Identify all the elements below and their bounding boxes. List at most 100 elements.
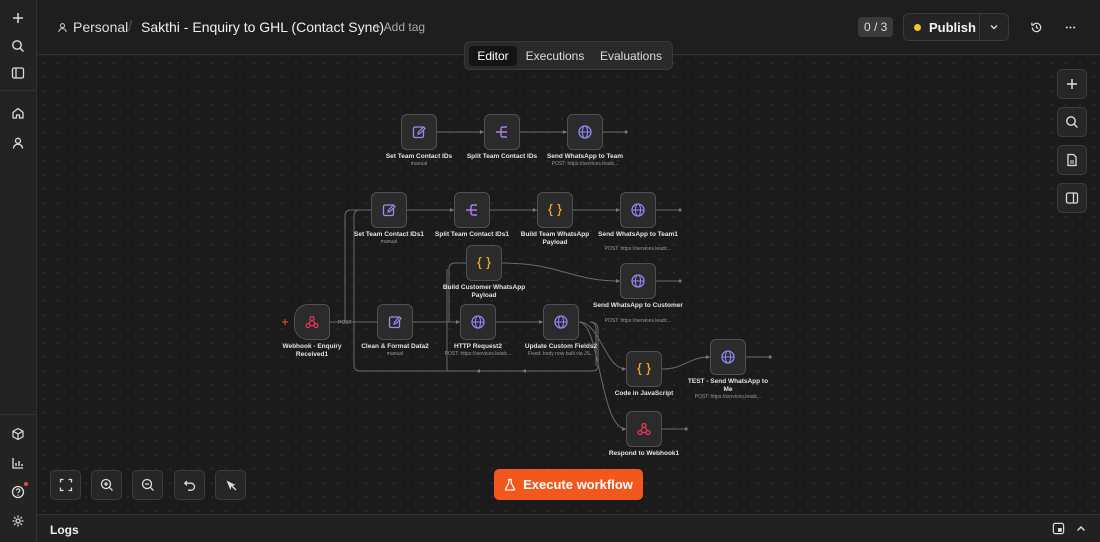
sticky-note-button[interactable] <box>1057 145 1087 175</box>
node-label: Split Team Contact IDs1 <box>435 231 509 238</box>
publish-options-chevron-down-icon[interactable] <box>979 14 1008 40</box>
add-tag-button[interactable]: + Add tag <box>374 20 425 34</box>
globe-icon <box>578 125 592 139</box>
history-icon[interactable] <box>1026 17 1046 37</box>
publish-button[interactable]: Publish <box>903 13 1009 41</box>
fit-view-icon <box>59 478 72 492</box>
add-icon[interactable] <box>6 6 30 30</box>
undo-button[interactable] <box>174 470 205 500</box>
pop-out-icon[interactable] <box>1052 522 1066 536</box>
node-send-whatsapp-to-customer[interactable] <box>620 263 656 299</box>
split-icon <box>466 204 477 216</box>
left-rail <box>0 0 37 542</box>
node-build-team-whatsapp-payload[interactable] <box>537 192 573 228</box>
tab-executions[interactable]: Executions <box>521 46 589 66</box>
templates-icon[interactable] <box>6 422 30 446</box>
node-subtitle: Fixed: body now built via JS... <box>527 351 595 357</box>
edit-pencil-icon <box>412 126 426 139</box>
node-send-whatsapp-to-team1[interactable] <box>620 192 656 228</box>
globe-icon <box>631 203 645 217</box>
edit-pencil-icon <box>388 316 402 329</box>
logs-panel-bar[interactable]: Logs <box>37 514 1100 542</box>
node-http-request2[interactable] <box>460 304 496 340</box>
code-braces-icon <box>548 203 562 217</box>
chevron-up-icon[interactable] <box>1075 522 1089 536</box>
active-counter-badge: 0 / 3 <box>858 17 894 37</box>
tidy-up-button[interactable] <box>215 470 246 500</box>
magic-wand-icon <box>226 480 236 491</box>
node-label: Clean & Format Data2 <box>361 343 429 350</box>
note-icon <box>1067 153 1077 167</box>
undo-icon <box>183 480 195 491</box>
node-send-whatsapp-to-team[interactable] <box>567 114 603 150</box>
user-icon[interactable] <box>6 131 30 155</box>
node-subtitle: POST: https://services.leadc... <box>604 318 672 324</box>
node-subtitle: manual <box>410 161 428 167</box>
more-options-icon[interactable] <box>1060 17 1080 37</box>
webhook-icon <box>305 315 319 329</box>
node-label: Split Team Contact IDs <box>466 153 538 160</box>
zoom-out-button[interactable] <box>132 470 163 500</box>
add-node-button[interactable] <box>1057 69 1087 99</box>
toggle-panel-button[interactable] <box>1057 183 1087 213</box>
globe-icon <box>554 315 568 329</box>
home-icon[interactable] <box>6 101 30 125</box>
search-icon[interactable] <box>6 34 30 58</box>
view-tabs: Editor Executions Evaluations <box>464 41 673 70</box>
node-subtitle: manual <box>386 351 404 357</box>
node-code-in-javascript[interactable] <box>626 351 662 387</box>
globe-icon <box>721 350 735 364</box>
node-split-team-contact-ids1[interactable] <box>454 192 490 228</box>
search-nodes-button[interactable] <box>1057 107 1087 137</box>
globe-icon <box>471 315 485 329</box>
execute-workflow-label: Execute workflow <box>523 477 633 492</box>
node-label: Build Customer WhatsApp Payload <box>442 284 526 299</box>
node-build-customer-whatsapp-payload[interactable] <box>466 245 502 281</box>
node-update-custom-fields2[interactable] <box>543 304 579 340</box>
user-icon <box>58 22 67 32</box>
node-label: Send WhatsApp to Team1 <box>598 231 678 238</box>
node-set-team-contact-ids[interactable] <box>401 114 437 150</box>
node-subtitle: POST: https://services.leadc... <box>551 161 619 167</box>
split-icon <box>496 126 507 138</box>
node-label: Webhook - Enquiry Received1 <box>282 343 342 358</box>
node-clean-format-data2[interactable] <box>377 304 413 340</box>
node-subtitle: POST: https://services.leadc... <box>604 246 672 252</box>
help-icon[interactable] <box>6 480 30 504</box>
node-label: Code in JavaScript <box>614 390 674 397</box>
tab-evaluations[interactable]: Evaluations <box>595 46 667 66</box>
node-label: Build Team WhatsApp Payload <box>520 231 590 246</box>
globe-icon <box>631 274 645 288</box>
settings-icon[interactable] <box>6 509 30 533</box>
notification-dot <box>24 482 28 486</box>
sidebar-toggle-icon[interactable] <box>6 61 30 85</box>
code-braces-icon <box>637 362 651 376</box>
node-respond-to-webhook1[interactable] <box>626 411 662 447</box>
tab-editor[interactable]: Editor <box>469 46 517 66</box>
insights-icon[interactable] <box>6 451 30 475</box>
node-subtitle: POST: https://services.leadc... <box>694 394 762 400</box>
node-label: Send WhatsApp to Team <box>546 153 624 160</box>
execute-workflow-button[interactable]: Execute workflow <box>494 469 643 500</box>
project-breadcrumb[interactable]: Personal <box>57 19 128 35</box>
breadcrumb-separator: / <box>128 18 133 35</box>
node-webhook-enquiry-received1[interactable] <box>294 304 330 340</box>
flask-icon <box>504 478 516 491</box>
node-test-send-whatsapp-to-me[interactable] <box>710 339 746 375</box>
zoom-out-icon <box>141 478 154 491</box>
node-label: HTTP Request2 <box>454 343 502 350</box>
edit-pencil-icon <box>382 204 396 217</box>
node-split-team-contact-ids[interactable] <box>484 114 520 150</box>
node-set-team-contact-ids1[interactable] <box>371 192 407 228</box>
logs-title: Logs <box>50 523 79 537</box>
node-label: Send WhatsApp to Customer <box>593 302 683 309</box>
project-name: Personal <box>73 19 129 35</box>
node-subtitle: manual <box>380 239 398 245</box>
workflow-title[interactable]: Sakthi - Enquiry to GHL (Contact Sync) <box>141 19 384 35</box>
node-label: TEST - Send WhatsApp to Me <box>687 378 769 393</box>
search-icon <box>1066 116 1078 128</box>
panel-right-icon <box>1065 192 1079 204</box>
fit-view-button[interactable] <box>50 470 81 500</box>
publish-label: Publish <box>929 19 976 35</box>
zoom-in-button[interactable] <box>91 470 122 500</box>
